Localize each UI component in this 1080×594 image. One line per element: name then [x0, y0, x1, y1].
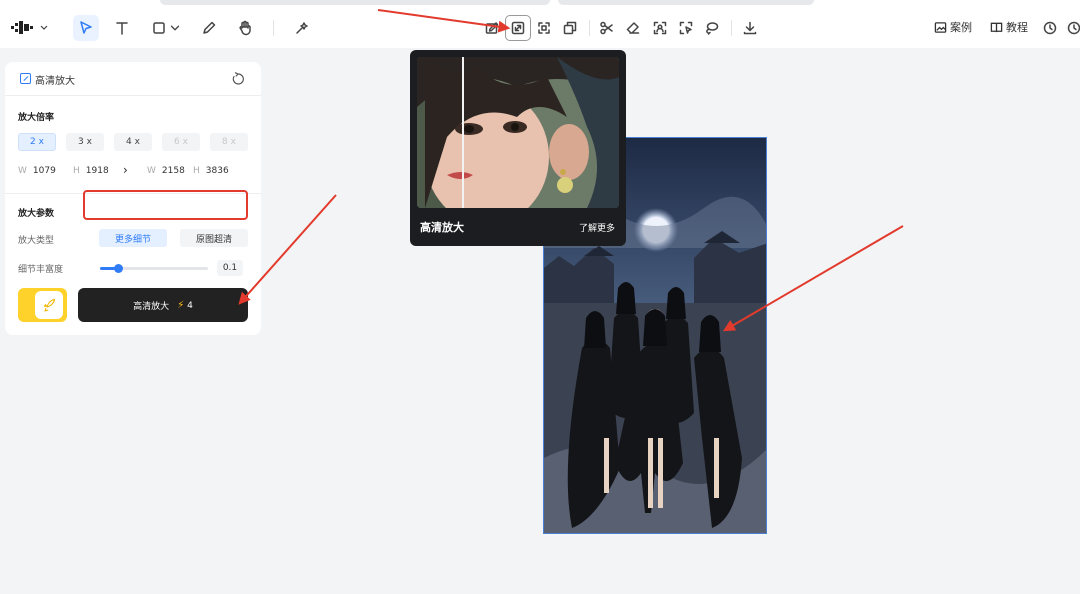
logo-menu[interactable] [10, 18, 50, 38]
type-label: 放大类型 [18, 236, 55, 246]
pen-tool-button[interactable] [196, 15, 222, 41]
width-label: W [18, 166, 27, 176]
clock-icon [1043, 21, 1057, 35]
height-label: H [193, 166, 200, 176]
magic-wand-icon [296, 22, 308, 34]
chevron-down-icon [40, 25, 48, 30]
height-label: H [73, 166, 80, 176]
portrait-preview [417, 57, 619, 208]
scissors-icon [600, 21, 613, 35]
top-toolbar: 案例 教程 [0, 0, 1080, 48]
chevron-down-icon [170, 25, 180, 31]
scale-option-6x[interactable]: 6 x [162, 133, 200, 151]
target-height: H 3836 [193, 166, 229, 176]
image-edit-button[interactable] [479, 15, 505, 41]
image-edit-icon [485, 22, 499, 34]
tab-strip [558, 0, 814, 5]
text-icon [116, 22, 128, 35]
lightning-icon: ⚡ [177, 299, 185, 311]
cut-button[interactable] [594, 15, 620, 41]
cases-link[interactable]: 案例 [934, 19, 972, 35]
panel-header: 高清放大 [5, 62, 261, 96]
layers-button[interactable] [557, 15, 583, 41]
tutorial-label: 教程 [1006, 21, 1028, 34]
expand-icon [538, 22, 550, 34]
text-tool-button[interactable] [109, 15, 135, 41]
width-label: W [147, 166, 156, 176]
tab-strip [160, 0, 550, 5]
boost-toggle[interactable] [18, 288, 67, 322]
shape-dropdown[interactable] [168, 15, 182, 41]
source-width-value: 1079 [32, 166, 56, 176]
detail-slider[interactable] [100, 264, 208, 273]
cost-badge: ⚡ 4 [177, 300, 193, 311]
source-height-value: 1918 [85, 166, 109, 176]
panel-title: 高清放大 [35, 76, 75, 87]
smart-select-button[interactable] [673, 15, 699, 41]
history-button[interactable] [1038, 16, 1062, 40]
cases-label: 案例 [950, 21, 972, 34]
scale-option-3x[interactable]: 3 x [66, 133, 104, 151]
upscale-icon [20, 73, 31, 84]
rectangle-icon [153, 22, 165, 34]
learn-more-link[interactable]: 了解更多 [579, 221, 615, 234]
detail-label: 细节丰富度 [18, 265, 64, 275]
tooltip-title: 高清放大 [420, 221, 464, 234]
recognize-button[interactable] [647, 15, 673, 41]
detail-value-input[interactable]: 0.1 [217, 260, 243, 276]
eraser-icon [626, 22, 640, 34]
lasso-button[interactable] [699, 15, 725, 41]
reset-icon[interactable] [231, 72, 245, 86]
slider-handle[interactable] [114, 264, 124, 273]
toggle-knob [35, 291, 63, 319]
ai-tool-button[interactable] [289, 15, 315, 41]
layers-icon [563, 21, 577, 35]
expand-button[interactable] [531, 15, 557, 41]
scale-option-2x[interactable]: 2 x [18, 133, 56, 151]
smart-select-icon [679, 21, 693, 35]
hand-tool-button[interactable] [232, 15, 258, 41]
type-option-more-detail[interactable]: 更多细节 [99, 229, 167, 247]
upscale-action-button[interactable]: 高清放大 ⚡ 4 [78, 288, 248, 322]
target-width-value: 2158 [161, 166, 185, 176]
source-width: W 1079 [18, 166, 56, 176]
scan-face-icon [653, 21, 667, 35]
scale-option-4x[interactable]: 4 x [114, 133, 152, 151]
toolbar-divider [273, 20, 274, 36]
cursor-icon [80, 21, 92, 34]
book-icon [990, 22, 1003, 32]
annotation-box [83, 190, 248, 220]
scale-option-8x[interactable]: 8 x [210, 133, 248, 151]
params-section-title: 放大参数 [18, 209, 55, 219]
tutorial-link[interactable]: 教程 [990, 19, 1028, 35]
arrow-right-icon: › [123, 163, 128, 177]
timer-icon [1067, 21, 1080, 35]
scale-section-title: 放大倍率 [18, 113, 55, 123]
upscale-tooltip: 高清放大 了解更多 [410, 50, 626, 246]
toolbar-divider [589, 20, 590, 36]
select-tool-button[interactable] [73, 15, 99, 41]
eraser-button[interactable] [620, 15, 646, 41]
source-height: H 1918 [73, 166, 109, 176]
upscale-icon [511, 21, 525, 35]
download-icon [743, 21, 757, 35]
target-width: W 2158 [147, 166, 185, 176]
before-after-preview [417, 57, 619, 208]
gallery-icon [934, 21, 947, 33]
download-button[interactable] [737, 15, 763, 41]
cost-value: 4 [187, 300, 193, 311]
target-height-value: 3836 [205, 166, 229, 176]
lasso-icon [706, 22, 719, 35]
pencil-icon [203, 21, 216, 34]
logo-icon [11, 21, 48, 34]
type-option-original-hd[interactable]: 原图超清 [180, 229, 248, 247]
hand-icon [239, 20, 251, 36]
upscale-button[interactable] [505, 15, 531, 41]
action-label: 高清放大 [133, 301, 170, 312]
rocket-icon [44, 299, 55, 312]
timer-button[interactable] [1066, 16, 1080, 40]
toolbar-divider [731, 20, 732, 36]
